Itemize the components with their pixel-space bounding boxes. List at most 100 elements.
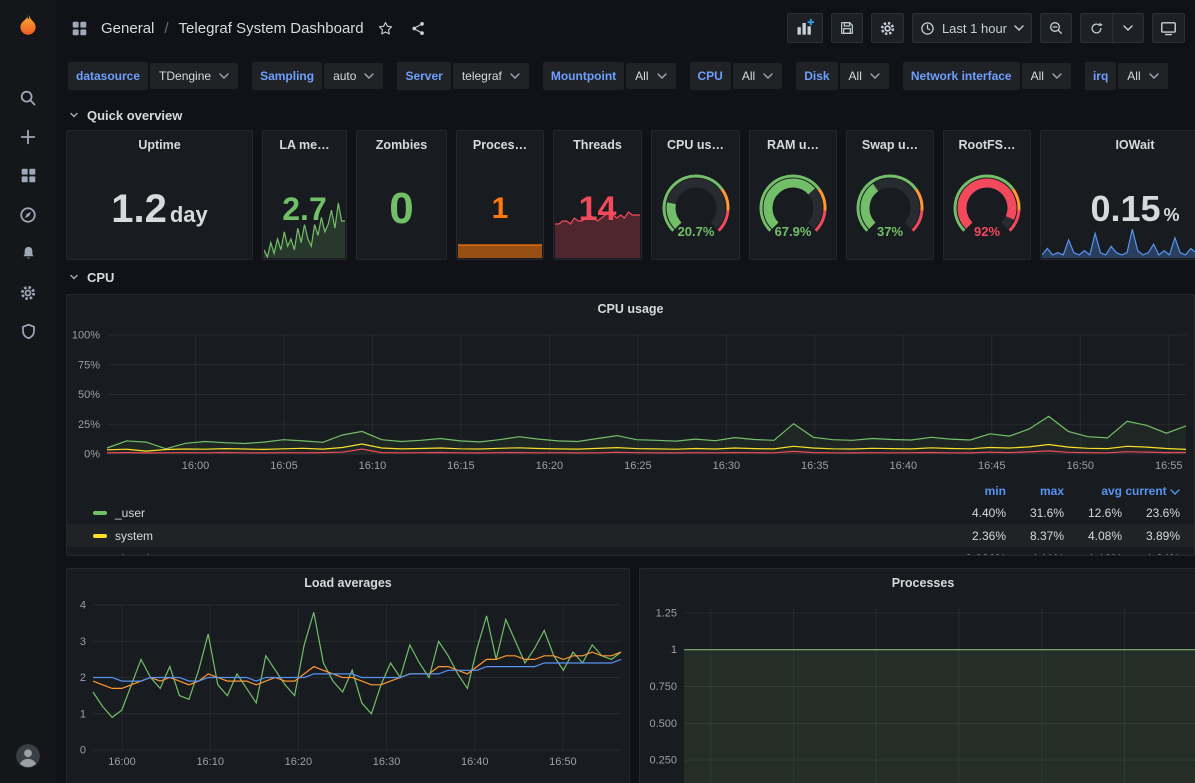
panel-title[interactable]: LA me… (263, 131, 346, 159)
variable-value-dropdown[interactable]: All (1118, 63, 1167, 89)
series-name: _iowait (115, 552, 152, 556)
legend-sort-max[interactable]: max (1006, 484, 1064, 498)
variable-label: Sampling (252, 62, 322, 90)
panel-iowait: IOWait0.15% (1040, 130, 1195, 260)
dashboard-settings-button[interactable] (871, 13, 904, 43)
legend-row-_user: _user4.40%31.6%12.6%23.6% (67, 501, 1194, 524)
sidebar-item-alerting[interactable] (0, 234, 56, 273)
panel-title[interactable]: IOWait (1041, 131, 1195, 159)
legend-series-toggle[interactable]: _user (93, 506, 948, 520)
svg-text:16:25: 16:25 (624, 460, 652, 472)
legend-value-current: 3.89% (1122, 529, 1180, 543)
variable-value-dropdown[interactable]: TDengine (150, 63, 238, 89)
sidebar-item-server-admin[interactable] (0, 312, 56, 351)
add-panel-button[interactable] (787, 13, 823, 43)
panel-title[interactable]: Zombies (357, 131, 446, 159)
caret-down-icon (219, 73, 229, 79)
star-dashboard-button[interactable] (374, 17, 397, 40)
variable-value-dropdown[interactable]: auto (324, 63, 383, 89)
svg-text:16:15: 16:15 (447, 460, 475, 472)
cycle-view-button[interactable] (1152, 13, 1185, 43)
panel-title[interactable]: CPU us… (652, 131, 739, 159)
stat-value-group: 0 (389, 187, 413, 231)
breadcrumb-section[interactable]: General (101, 20, 154, 37)
gauge-visual: 37% (847, 159, 933, 259)
variable-label: CPU (690, 62, 731, 90)
sidebar-item-explore[interactable] (0, 195, 56, 234)
svg-text:20.7%: 20.7% (677, 224, 714, 239)
caret-down-icon (870, 73, 880, 79)
row-title: Quick overview (87, 108, 182, 123)
svg-text:16:40: 16:40 (461, 756, 489, 768)
panel-title[interactable]: RootFS… (944, 131, 1030, 159)
sidebar-item-create[interactable] (0, 117, 56, 156)
legend-sort-avg[interactable]: avg (1064, 484, 1122, 498)
breadcrumb: General / Telegraf System Dashboard (68, 17, 430, 40)
row-header-cpu[interactable]: CPU (68, 266, 1195, 288)
share-dashboard-button[interactable] (407, 17, 430, 40)
user-avatar[interactable] (15, 743, 41, 769)
row-header-quick-overview[interactable]: Quick overview (68, 104, 1195, 126)
caret-down-icon (364, 73, 374, 79)
legend-row-_iowait: _iowait0.626%4.11%1.10%1.24% (67, 547, 1194, 555)
variable-value: All (1031, 69, 1044, 83)
legend-value-max: 4.11% (1006, 552, 1064, 556)
time-picker-button[interactable]: Last 1 hour (912, 13, 1032, 43)
refresh-button[interactable] (1080, 13, 1112, 43)
share-icon (410, 20, 427, 37)
legend-series-toggle[interactable]: _iowait (93, 552, 948, 556)
grafana-app: General / Telegraf System Dashboard (0, 0, 1195, 783)
legend-sort-current[interactable]: current (1122, 484, 1180, 498)
panel-title[interactable]: CPU usage (67, 295, 1194, 323)
variable-value-dropdown[interactable]: All (733, 63, 782, 89)
chevron-down-icon (68, 109, 80, 121)
legend-series-toggle[interactable]: system (93, 529, 948, 543)
panel-title[interactable]: Load averages (67, 569, 629, 597)
sidebar-item-search[interactable] (0, 78, 56, 117)
panel-title[interactable]: Swap u… (847, 131, 933, 159)
cpu-usage-chart[interactable]: 0%25%50%75%100%16:0016:0516:1016:1516:20… (67, 323, 1194, 481)
stat-value: 0.15 (1090, 191, 1160, 227)
load-averages-chart[interactable]: 0123416:0016:1016:2016:3016:4016:50 (67, 597, 629, 774)
stat-value: 2.7 (282, 193, 326, 225)
panel-title[interactable]: Threads (554, 131, 641, 159)
breadcrumb-title[interactable]: Telegraf System Dashboard (179, 20, 364, 37)
variable-value-dropdown[interactable]: All (626, 63, 675, 89)
panel-title[interactable]: RAM u… (750, 131, 836, 159)
grafana-logo[interactable] (15, 12, 41, 38)
panel-title[interactable]: Processes (640, 569, 1195, 597)
variable-sampling: Sampling auto (252, 62, 383, 90)
svg-text:16:50: 16:50 (1066, 460, 1094, 472)
svg-text:16:10: 16:10 (196, 756, 224, 768)
panel-title[interactable]: Uptime (67, 131, 252, 159)
legend-sort-min[interactable]: min (948, 484, 1006, 498)
legend-value-min: 0.626% (948, 552, 1006, 556)
legend-value-avg: 4.08% (1064, 529, 1122, 543)
refresh-interval-dropdown[interactable] (1112, 13, 1144, 43)
save-dashboard-button[interactable] (831, 13, 863, 43)
stat-visual: 2.7 (263, 159, 346, 259)
stat-value-group: 14 (579, 192, 617, 226)
variable-value-dropdown[interactable]: All (840, 63, 889, 89)
legend-value-avg: 12.6% (1064, 506, 1122, 520)
refresh-split-button (1080, 13, 1144, 43)
sidebar-item-configuration[interactable] (0, 273, 56, 312)
sidebar-item-dashboards[interactable] (0, 156, 56, 195)
variables-row: datasourceTDengineSamplingautoServertele… (56, 56, 1195, 98)
variable-value-dropdown[interactable]: telegraf (453, 63, 529, 89)
svg-text:16:05: 16:05 (270, 460, 298, 472)
zoom-out-time-button[interactable] (1040, 13, 1072, 43)
legend-value-current: 1.24% (1122, 552, 1180, 556)
svg-text:25%: 25% (78, 419, 100, 431)
variable-value: All (742, 69, 755, 83)
panel-title[interactable]: Proces… (457, 131, 543, 159)
variable-value: TDengine (159, 69, 211, 83)
panel-processes: Processes 0.2500.5000.75011.25 (639, 568, 1195, 783)
variable-value: auto (333, 69, 356, 83)
panel-ram_gauge: RAM u…67.9% (749, 130, 837, 260)
variable-value-dropdown[interactable]: All (1022, 63, 1071, 89)
processes-chart[interactable]: 0.2500.5000.75011.25 (640, 597, 1195, 783)
gauge-visual: 67.9% (750, 159, 836, 259)
grafana-flame-icon (15, 12, 41, 38)
variable-value: All (635, 69, 648, 83)
